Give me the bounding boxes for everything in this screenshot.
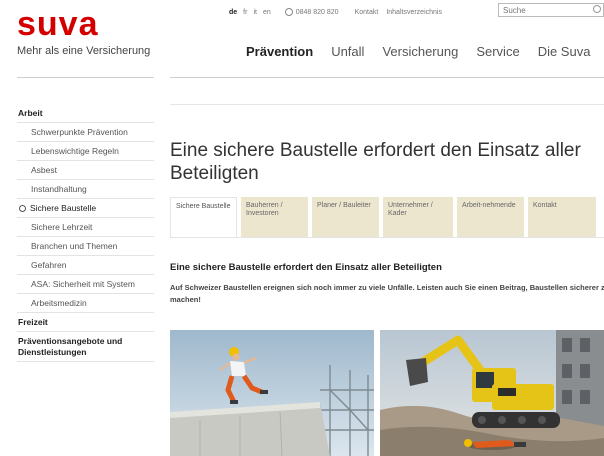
sidebar-item-freizeit[interactable]: Freizeit — [17, 313, 154, 332]
sidebar-item-asa[interactable]: ASA: Sicherheit mit System — [17, 275, 154, 294]
sidebar-item-arbeitsmedizin[interactable]: Arbeitsmedizin — [17, 294, 154, 313]
tab-arbeitnehmende[interactable]: Arbeit-nehmende — [457, 197, 524, 237]
language-switcher: de fr it en — [229, 9, 271, 16]
main-navigation: Prävention Unfall Versicherung Service D… — [246, 44, 604, 59]
nav-item-die-suva[interactable]: Die Suva — [538, 44, 591, 59]
sidebar-item-schwerpunkte[interactable]: Schwerpunkte Prävention — [17, 123, 154, 142]
sidebar-item-label: Sichere Baustelle — [30, 203, 97, 213]
sidebar-item-lebenswichtige-regeln[interactable]: Lebenswichtige Regeln — [17, 142, 154, 161]
sidebar-item-branchen[interactable]: Branchen und Themen — [17, 237, 154, 256]
kontakt-link[interactable]: Kontakt — [355, 9, 379, 16]
nav-item-versicherung[interactable]: Versicherung — [382, 44, 458, 59]
nav-divider — [170, 77, 604, 78]
tab-underline — [170, 237, 604, 238]
sidebar-item-asbest[interactable]: Asbest — [17, 161, 154, 180]
intro-text: Auf Schweizer Baustellen ereignen sich n… — [170, 283, 604, 304]
section-heading: Eine sichere Baustelle erfordert den Ein… — [170, 262, 442, 273]
sidebar-nav: Arbeit Schwerpunkte Prävention Lebenswic… — [17, 104, 154, 362]
sidebar-item-praeventionsangebote[interactable]: Präventionsangebote und Dienstleistungen — [17, 332, 154, 362]
nav-item-service[interactable]: Service — [476, 44, 519, 59]
sidebar-item-sichere-lehrzeit[interactable]: Sichere Lehrzeit — [17, 218, 154, 237]
utility-bar: de fr it en 0848 820 820 Kontakt Inhalts… — [229, 6, 450, 18]
phone-link[interactable]: 0848 820 820 — [284, 8, 339, 16]
suva-logo[interactable]: suva — [17, 7, 99, 41]
breadcrumb-divider — [170, 104, 604, 105]
current-page-bullet-icon — [19, 205, 26, 212]
excavator-accident-photo — [380, 330, 604, 456]
search-input[interactable] — [498, 3, 604, 17]
tab-bauherren[interactable]: Bauherren / Investoren — [241, 197, 308, 237]
nav-item-praevention[interactable]: Prävention — [246, 44, 313, 59]
tab-unternehmer[interactable]: Unternehmer / Kader — [383, 197, 453, 237]
tab-sichere-baustelle[interactable]: Sichere Baustelle — [170, 197, 237, 238]
tab-bar: Sichere Baustelle Bauherren / Investoren… — [170, 197, 596, 238]
construction-worker-photo — [170, 330, 374, 456]
nav-item-unfall[interactable]: Unfall — [331, 44, 364, 59]
search-icon[interactable] — [593, 5, 601, 13]
lang-en[interactable]: en — [263, 9, 271, 16]
header-divider — [17, 77, 154, 78]
sidebar-item-sichere-baustelle[interactable]: Sichere Baustelle — [17, 199, 154, 218]
tagline: Mehr als eine Versicherung — [17, 45, 151, 57]
page-title: Eine sichere Baustelle erfordert den Ein… — [170, 140, 581, 184]
phone-number: 0848 820 820 — [295, 8, 339, 16]
sitemap-link[interactable]: Inhaltsverzeichnis — [386, 9, 442, 16]
sidebar-item-gefahren[interactable]: Gefahren — [17, 256, 154, 275]
tab-kontakt[interactable]: Kontakt — [528, 197, 596, 237]
sidebar-item-arbeit[interactable]: Arbeit — [17, 104, 154, 123]
phone-icon — [284, 8, 293, 16]
tab-planer[interactable]: Planer / Bauleiter — [312, 197, 379, 237]
sidebar-item-instandhaltung[interactable]: Instandhaltung — [17, 180, 154, 199]
lang-it[interactable]: it — [253, 9, 257, 16]
lang-fr[interactable]: fr — [243, 9, 247, 16]
lang-de[interactable]: de — [229, 9, 237, 16]
